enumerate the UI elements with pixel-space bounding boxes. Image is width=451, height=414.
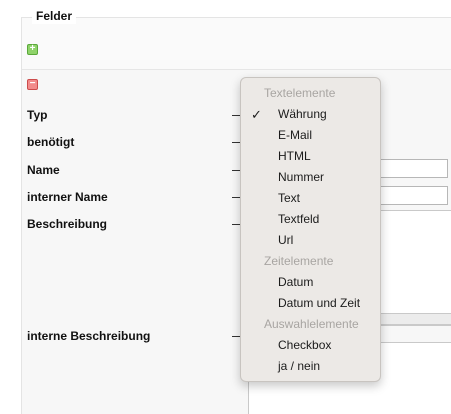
dash [232,224,240,225]
minus-icon: − [29,78,36,89]
menu-item-label: HTML [278,149,311,163]
menu-item-label: Datum [278,275,314,289]
menu-item-date[interactable]: Datum [241,272,380,293]
menu-item-number[interactable]: Nummer [241,167,380,188]
dash [232,336,240,337]
name-input[interactable] [376,159,448,178]
menu-item-url[interactable]: Url [241,230,380,251]
add-field-button[interactable]: + [27,43,38,55]
type-label: Typ [27,108,48,122]
menu-item-text[interactable]: Text [241,188,380,209]
menu-item-email[interactable]: E-Mail [241,125,380,146]
menu-item-label: Datum und Zeit [278,296,361,310]
menu-item-currency[interactable]: ✓ Währung [241,104,380,125]
dash [232,142,240,143]
menu-item-yes-no[interactable]: ja / nein [241,356,380,377]
internal-name-label: interner Name [27,190,108,204]
dash [232,197,240,198]
internal-description-label: interne Beschreibung [27,329,151,343]
menu-item-label: Text [278,191,301,205]
menu-item-label: Währung [278,107,327,121]
menu-item-label: Url [278,233,294,247]
dash [232,115,240,116]
dash [232,170,240,171]
menu-item-checkbox[interactable]: Checkbox [241,335,380,356]
required-label: benötigt [27,135,75,149]
plus-icon: + [29,43,36,54]
menu-item-label: E-Mail [278,128,313,142]
menu-header-time-elements: Zeitelemente [264,254,334,268]
checkmark-icon: ✓ [251,107,262,122]
description-label: Beschreibung [27,217,108,231]
menu-header-text-elements: Textelemente [264,86,336,100]
menu-item-textfield[interactable]: Textfeld [241,209,380,230]
internal-name-input[interactable] [376,186,448,205]
menu-item-label: ja / nein [278,359,321,373]
textarea-resize-bar[interactable] [378,313,451,325]
menu-header-choice-elements: Auswahlelemente [264,317,359,331]
menu-item-label: Checkbox [278,338,332,352]
type-dropdown-menu: Textelemente ✓ Währung E-Mail HTML Numme… [240,77,381,382]
name-label: Name [27,163,60,177]
fieldset-legend: Felder [32,8,77,24]
menu-item-datetime[interactable]: Datum und Zeit [241,293,380,314]
menu-item-label: Nummer [278,170,325,184]
menu-item-html[interactable]: HTML [241,146,380,167]
remove-field-button[interactable]: − [27,78,38,90]
page: Felder + − Typ benötigt Name interner Na… [0,0,451,414]
menu-item-label: Textfeld [278,212,320,226]
